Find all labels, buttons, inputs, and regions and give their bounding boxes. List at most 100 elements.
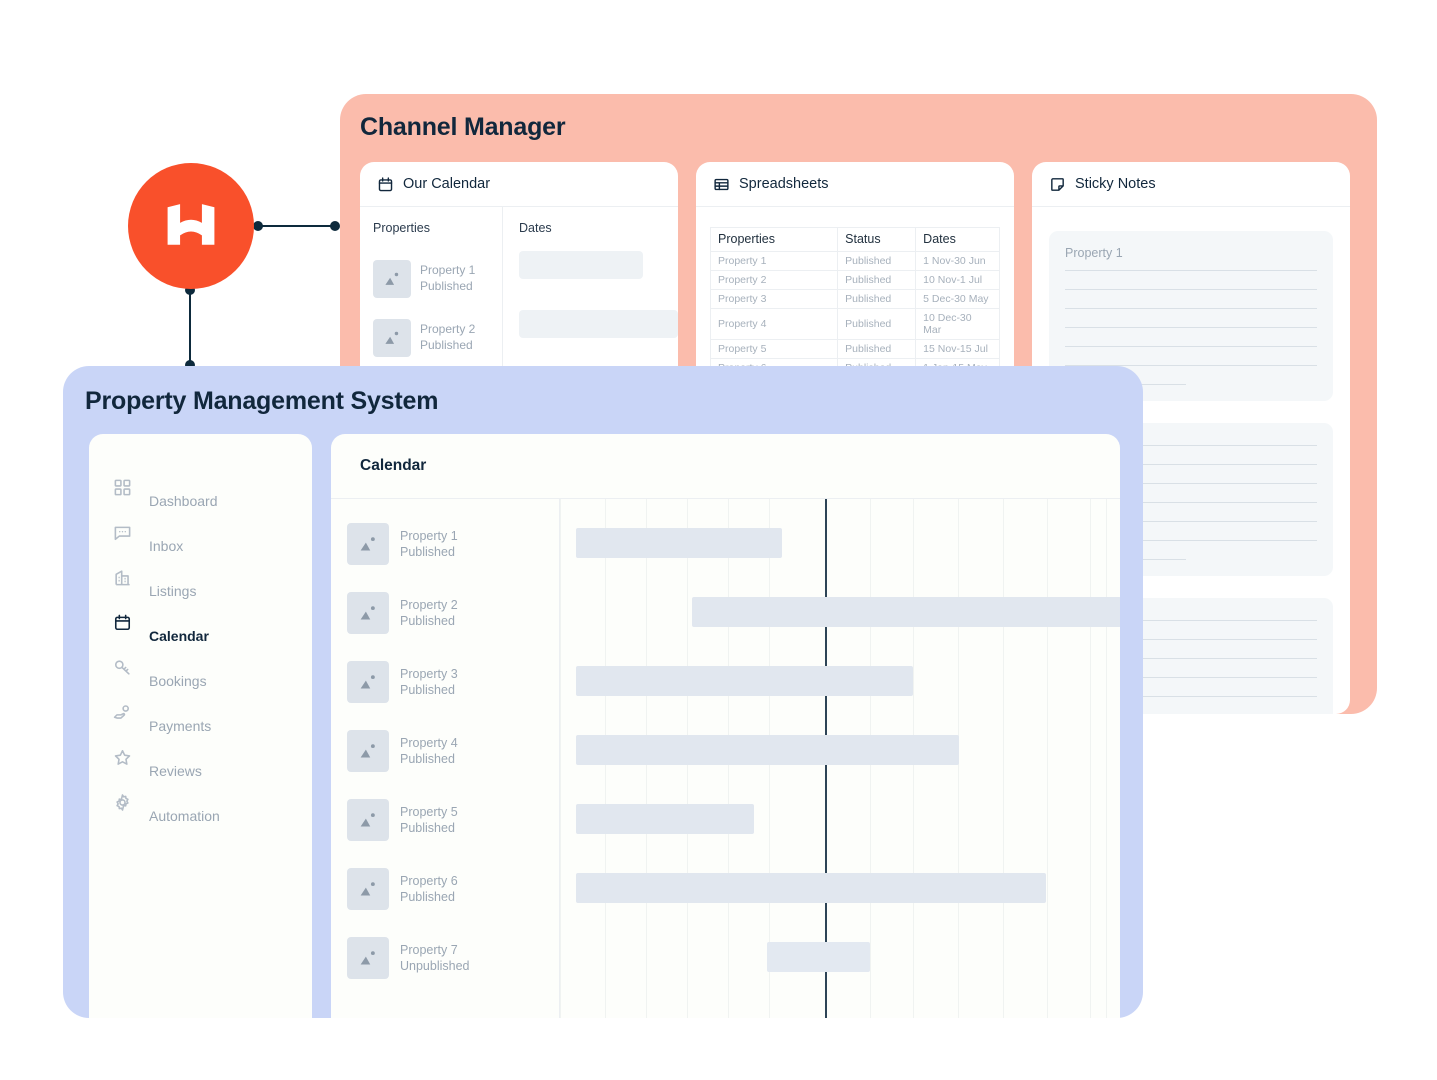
cell-dates: 10 Dec-30 Mar bbox=[915, 308, 1000, 340]
list-item[interactable]: Property 6 Published bbox=[331, 854, 559, 923]
list-item[interactable]: Property 7 Unpublished bbox=[331, 923, 559, 992]
sidebar-item-label: Payments bbox=[149, 718, 212, 734]
property-name: Property 3 bbox=[400, 666, 458, 681]
image-placeholder-icon bbox=[384, 331, 398, 344]
booking-bar[interactable] bbox=[767, 942, 870, 972]
our-calendar-card-header: Our Calendar bbox=[360, 162, 678, 207]
property-info: Property 2 Published bbox=[400, 597, 458, 629]
list-item[interactable]: Property 5 Published bbox=[331, 785, 559, 854]
sidebar-item-bookings[interactable]: Bookings bbox=[89, 658, 312, 689]
connector-dot-left bbox=[253, 221, 263, 231]
property-thumbnail bbox=[347, 867, 389, 910]
sidebar-item-label: Bookings bbox=[149, 673, 207, 689]
table-row[interactable]: Property 3 Published 5 Dec-30 May bbox=[709, 289, 1000, 309]
list-item[interactable]: Property 3 Published bbox=[331, 647, 559, 716]
sidebar-item-inbox[interactable]: Inbox bbox=[89, 523, 312, 554]
table-header-row: Properties Status Dates bbox=[709, 227, 1000, 252]
booking-bar[interactable] bbox=[576, 735, 959, 765]
list-item[interactable]: Property 1 Published bbox=[373, 249, 502, 308]
cell-status: Published bbox=[837, 289, 917, 309]
property-thumbnail bbox=[347, 729, 389, 772]
sidebar-item-label: Reviews bbox=[149, 763, 202, 779]
sidebar-item-calendar[interactable]: Calendar bbox=[89, 613, 312, 644]
property-name: Property 7 bbox=[400, 942, 458, 957]
sidebar-item-reviews[interactable]: Reviews bbox=[89, 748, 312, 779]
property-info: Property 1 Published bbox=[420, 263, 475, 294]
spreadsheets-table: Properties Status Dates Property 1 Publi… bbox=[709, 227, 1000, 378]
property-thumbnail bbox=[373, 259, 411, 298]
list-item[interactable]: Property 2 Published bbox=[331, 578, 559, 647]
our-calendar-card-title: Our Calendar bbox=[403, 176, 491, 192]
image-placeholder-icon bbox=[360, 882, 375, 896]
property-info: Property 7 Unpublished bbox=[400, 942, 470, 974]
image-placeholder-icon bbox=[360, 606, 375, 620]
image-placeholder-icon bbox=[384, 272, 398, 285]
property-status: Published bbox=[400, 544, 455, 559]
booking-bar[interactable] bbox=[576, 666, 913, 696]
image-placeholder-icon bbox=[360, 537, 375, 551]
property-status: Published bbox=[400, 889, 455, 904]
date-placeholder-bar bbox=[519, 251, 643, 279]
pms-calendar-header: Calendar bbox=[331, 434, 1120, 499]
pms-calendar-title: Calendar bbox=[360, 457, 427, 474]
screenshot-root: Channel Manager Our Calendar Properties bbox=[0, 0, 1437, 1080]
cell-status: Published bbox=[837, 339, 917, 359]
logo-h-glyph bbox=[167, 204, 215, 245]
booking-bar[interactable] bbox=[576, 873, 1046, 903]
sidebar-item-label: Listings bbox=[149, 583, 197, 599]
channel-manager-title: Channel Manager bbox=[360, 113, 566, 141]
property-status: Published bbox=[400, 613, 455, 628]
sticky-note-icon bbox=[1051, 177, 1064, 191]
cell-dates: 5 Dec-30 May bbox=[915, 289, 1000, 309]
booking-bar[interactable] bbox=[692, 597, 1120, 627]
connector-line-vertical bbox=[189, 285, 191, 370]
sticky-note-label: Property 1 bbox=[1065, 246, 1123, 260]
property-name: Property 4 bbox=[400, 735, 458, 750]
sidebar-item-listings[interactable]: Listings bbox=[89, 568, 312, 599]
calendar-icon bbox=[114, 614, 131, 631]
property-status: Unpublished bbox=[400, 958, 470, 973]
hostaway-logo bbox=[128, 163, 254, 289]
sticky-notes-card-header: Sticky Notes bbox=[1032, 162, 1350, 207]
sidebar-item-payments[interactable]: Payments bbox=[89, 703, 312, 734]
cell-property: Property 1 bbox=[709, 251, 839, 271]
table-row[interactable]: Property 2 Published 10 Nov-1 Jul bbox=[709, 270, 1000, 290]
property-info: Property 4 Published bbox=[400, 735, 458, 767]
table-icon bbox=[714, 178, 729, 190]
pms-calendar-gantt-grid[interactable] bbox=[560, 499, 1120, 1018]
cell-dates: 15 Nov-15 Jul bbox=[915, 339, 1000, 359]
property-info: Property 3 Published bbox=[400, 666, 458, 698]
property-info: Property 5 Published bbox=[400, 804, 458, 836]
property-name: Property 1 bbox=[400, 528, 458, 543]
property-thumbnail bbox=[347, 798, 389, 841]
property-thumbnail bbox=[347, 660, 389, 703]
property-thumbnail bbox=[347, 936, 389, 979]
property-info: Property 6 Published bbox=[400, 873, 458, 905]
note-rule bbox=[1065, 289, 1317, 290]
list-item[interactable]: Property 1 Published bbox=[331, 509, 559, 578]
column-header-properties: Properties bbox=[373, 221, 430, 235]
cell-property: Property 4 bbox=[709, 308, 839, 340]
property-name: Property 2 bbox=[400, 597, 458, 612]
table-row[interactable]: Property 1 Published 1 Nov-30 Jun bbox=[709, 251, 1000, 271]
sidebar-item-dashboard[interactable]: Dashboard bbox=[89, 478, 312, 509]
cell-status: Published bbox=[837, 270, 917, 290]
property-status: Published bbox=[420, 337, 473, 352]
booking-bar[interactable] bbox=[576, 804, 754, 834]
booking-bar[interactable] bbox=[576, 528, 782, 558]
sidebar-item-label: Inbox bbox=[149, 538, 184, 554]
property-status: Published bbox=[400, 682, 455, 697]
note-rule bbox=[1065, 270, 1317, 271]
column-header-dates: Dates bbox=[519, 221, 552, 235]
table-row[interactable]: Property 4 Published 10 Dec-30 Mar bbox=[709, 308, 1000, 340]
sidebar-item-automation[interactable]: Automation bbox=[89, 793, 312, 824]
pms-calendar-property-list: Property 1 Published Property 2 Publishe… bbox=[331, 499, 560, 1018]
table-row[interactable]: Property 5 Published 15 Nov-15 Jul bbox=[709, 339, 1000, 359]
list-item[interactable]: Property 2 Published bbox=[373, 308, 502, 367]
property-thumbnail bbox=[373, 318, 411, 357]
note-rule bbox=[1065, 346, 1317, 347]
column-header-properties: Properties bbox=[709, 227, 839, 252]
image-placeholder-icon bbox=[360, 951, 375, 965]
pms-sidebar: Dashboard Inbox Listings Calendar Bookin… bbox=[89, 434, 312, 1018]
list-item[interactable]: Property 4 Published bbox=[331, 716, 559, 785]
